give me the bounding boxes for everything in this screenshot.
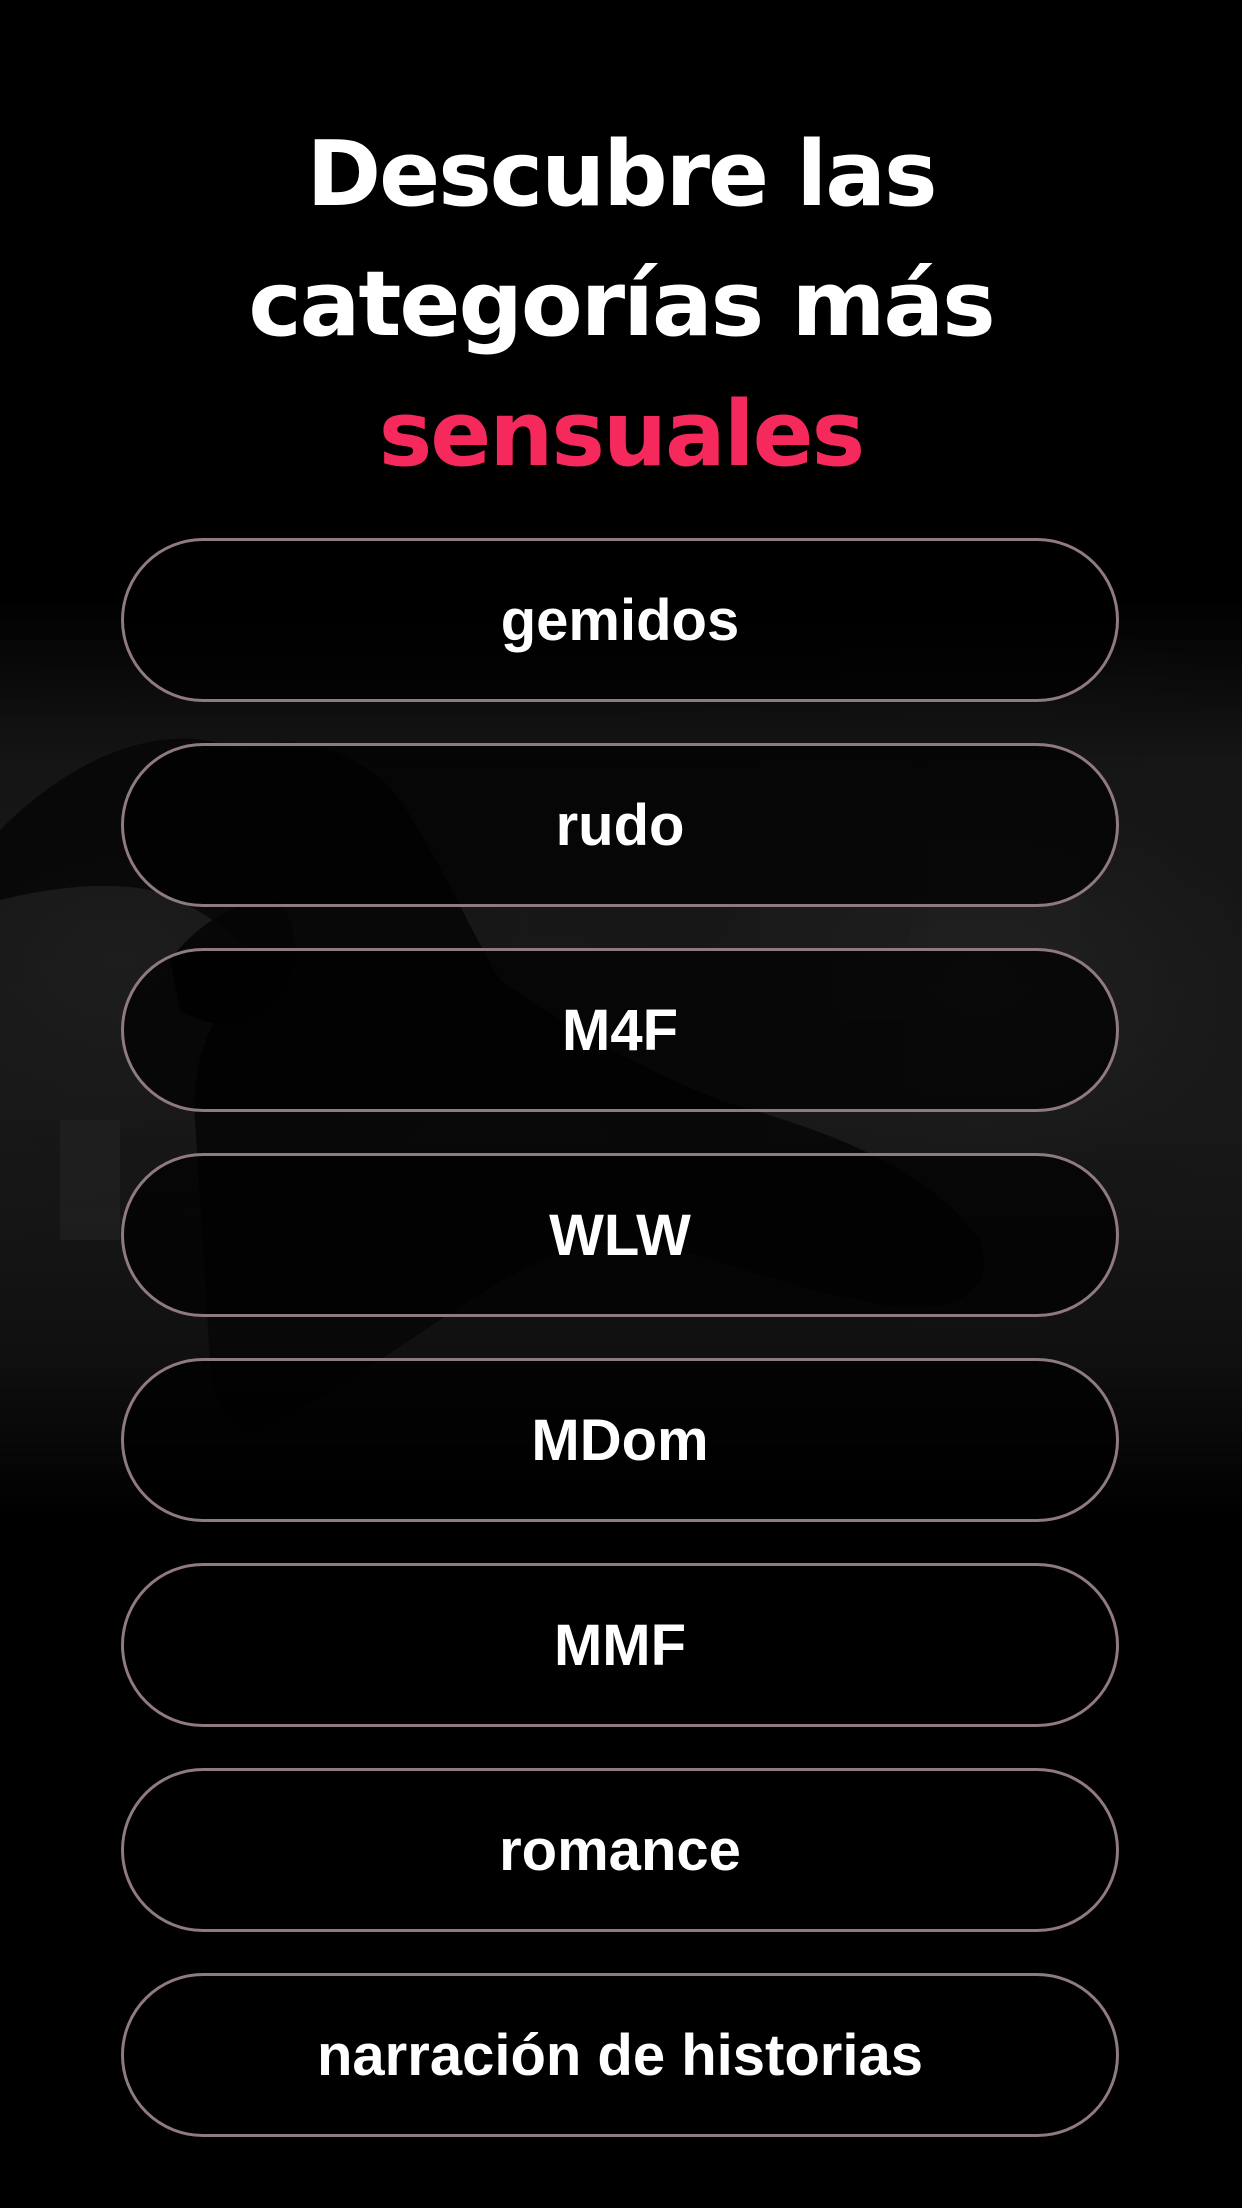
category-option-romance[interactable]: romance — [121, 1768, 1119, 1932]
category-option-m4f[interactable]: M4F — [121, 948, 1119, 1112]
title-line-2: categorías más — [248, 252, 995, 357]
category-option-narracion[interactable]: narración de historias — [121, 1973, 1119, 2137]
category-option-rudo[interactable]: rudo — [121, 743, 1119, 907]
category-options-list: gemidos rudo M4F WLW MDom MMF romance na… — [121, 538, 1119, 2178]
category-option-wlw[interactable]: WLW — [121, 1153, 1119, 1317]
category-option-gemidos[interactable]: gemidos — [121, 538, 1119, 702]
category-option-mmf[interactable]: MMF — [121, 1563, 1119, 1727]
category-selection-screen: Descubre las categorías más sensuales ge… — [0, 0, 1242, 2208]
category-option-mdom[interactable]: MDom — [121, 1358, 1119, 1522]
title-accent-word: sensuales — [378, 382, 866, 487]
title-line-1: Descubre las — [306, 122, 937, 227]
page-title: Descubre las categorías más sensuales — [0, 110, 1242, 500]
